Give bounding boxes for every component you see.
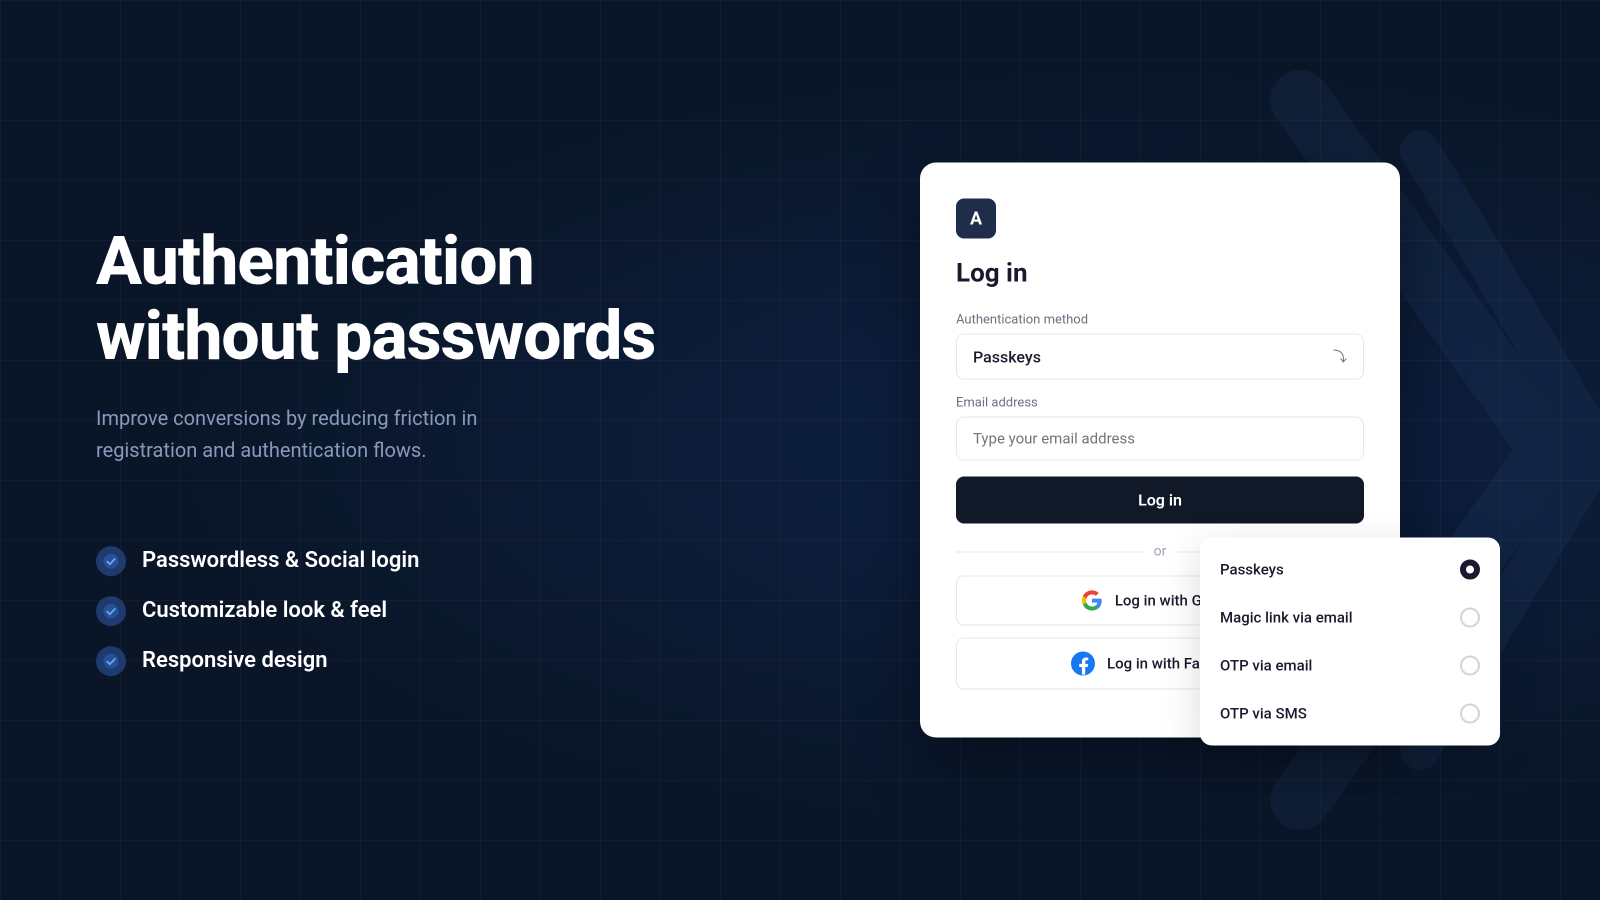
check-icon-1 bbox=[96, 546, 126, 576]
app-icon: A bbox=[956, 199, 996, 239]
email-input[interactable] bbox=[956, 417, 1364, 461]
left-panel: Authentication without passwords Improve… bbox=[96, 224, 676, 676]
radio-magic-link bbox=[1460, 608, 1480, 628]
login-button[interactable]: Log in bbox=[956, 477, 1364, 524]
check-icon-2 bbox=[96, 596, 126, 626]
feature-item-2: Customizable look & feel bbox=[96, 596, 676, 626]
dropdown-label-passkeys: Passkeys bbox=[1220, 561, 1284, 579]
divider-line-left bbox=[956, 551, 1142, 552]
auth-method-label: Authentication method bbox=[956, 313, 1364, 328]
radio-otp-sms bbox=[1460, 704, 1480, 724]
feature-text-1: Passwordless & Social login bbox=[142, 548, 419, 573]
dropdown-label-otp-sms: OTP via SMS bbox=[1220, 705, 1307, 723]
feature-list: Passwordless & Social login Customizable… bbox=[96, 546, 676, 676]
main-heading: Authentication without passwords bbox=[96, 224, 676, 374]
feature-text-3: Responsive design bbox=[142, 648, 328, 673]
email-label: Email address bbox=[956, 396, 1364, 411]
facebook-icon bbox=[1071, 652, 1095, 676]
dropdown-menu: Passkeys Magic link via email OTP via em… bbox=[1200, 538, 1500, 746]
check-icon-3 bbox=[96, 646, 126, 676]
feature-text-2: Customizable look & feel bbox=[142, 598, 387, 623]
dropdown-item-otp-sms[interactable]: OTP via SMS bbox=[1200, 690, 1500, 738]
feature-item-1: Passwordless & Social login bbox=[96, 546, 676, 576]
dropdown-item-otp-email[interactable]: OTP via email bbox=[1200, 642, 1500, 690]
email-field-group: Email address bbox=[956, 396, 1364, 461]
app-icon-letter: A bbox=[970, 208, 982, 229]
dropdown-item-passkeys[interactable]: Passkeys bbox=[1200, 546, 1500, 594]
feature-item-3: Responsive design bbox=[96, 646, 676, 676]
login-card: A Log in Authentication method Passkeys … bbox=[920, 163, 1400, 738]
auth-method-field: Authentication method Passkeys ⤵ bbox=[956, 313, 1364, 380]
radio-otp-email bbox=[1460, 656, 1480, 676]
dropdown-item-magic-link[interactable]: Magic link via email bbox=[1200, 594, 1500, 642]
divider-text: or bbox=[1154, 544, 1167, 560]
login-title: Log in bbox=[956, 259, 1364, 289]
dropdown-label-otp-email: OTP via email bbox=[1220, 657, 1312, 675]
right-panel: A Log in Authentication method Passkeys … bbox=[920, 163, 1400, 738]
auth-method-value: Passkeys bbox=[973, 347, 1333, 366]
auth-method-select[interactable]: Passkeys ⤵ bbox=[956, 334, 1364, 380]
chevron-down-icon: ⤵ bbox=[1333, 347, 1347, 367]
radio-passkeys bbox=[1460, 560, 1480, 580]
dropdown-label-magic-link: Magic link via email bbox=[1220, 609, 1353, 627]
sub-heading: Improve conversions by reducing friction… bbox=[96, 402, 576, 466]
google-icon bbox=[1081, 590, 1103, 612]
